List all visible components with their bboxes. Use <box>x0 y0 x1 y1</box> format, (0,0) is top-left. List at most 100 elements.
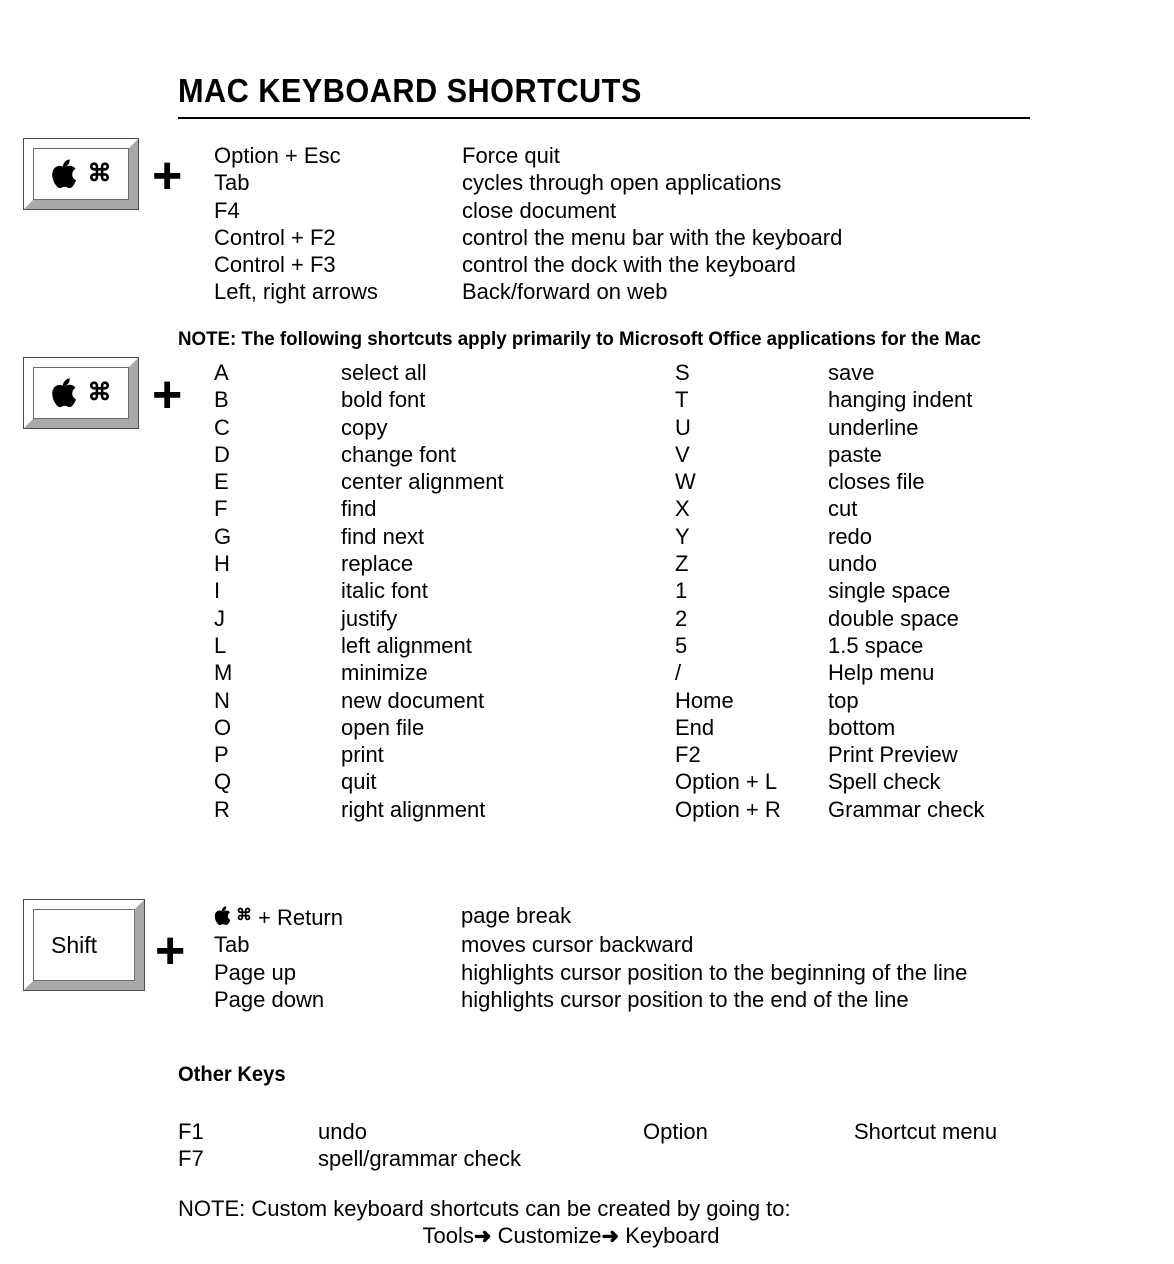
shortcut-description: select all <box>341 360 427 385</box>
shortcut-row: Left, right arrows Back/forward on web <box>214 278 842 305</box>
shortcut-key: H <box>214 551 230 577</box>
shortcut-description: left alignment <box>341 632 472 658</box>
shortcut-row: Tab moves cursor backward <box>214 931 967 958</box>
shortcut-key: Q <box>214 769 232 795</box>
custom-shortcut-note-line2: Tools➜ Customize➜ Keyboard <box>178 1222 878 1250</box>
shortcut-key: Option + R <box>675 796 781 822</box>
shortcut-description: bold font <box>341 387 426 413</box>
shortcut-key-secondary <box>643 1145 854 1172</box>
shortcut-description-secondary: Shortcut menu <box>854 1119 998 1144</box>
shortcut-key: X <box>675 496 690 522</box>
shortcut-description: find next <box>341 523 425 549</box>
shortcut-description: copy <box>341 414 388 440</box>
plus-sign-3: + <box>155 922 186 980</box>
shortcut-key: Tab <box>214 932 250 958</box>
shortcut-key: N <box>214 687 230 713</box>
shortcut-description: undo <box>828 551 877 577</box>
shortcut-row: 1 single space <box>675 577 984 604</box>
shortcut-description: print <box>341 742 384 768</box>
shortcut-description: closes file <box>828 469 925 495</box>
apple-logo-icon <box>214 906 231 926</box>
shortcut-description: hanging indent <box>828 387 973 413</box>
shortcut-key: Tab <box>214 170 250 196</box>
shortcut-description: Print Preview <box>828 742 958 768</box>
shortcut-key: U <box>675 414 691 440</box>
shortcut-row: Bbold font <box>214 386 504 413</box>
shortcut-description: control the menu bar with the keyboard <box>462 224 843 250</box>
shortcut-row: Nnew document <box>214 687 504 714</box>
shortcut-key: L <box>214 632 227 658</box>
shortcut-key-text: + Return <box>258 905 343 931</box>
shortcut-row: Uunderline <box>675 414 984 441</box>
shortcut-key: C <box>214 414 230 440</box>
shortcut-key: W <box>675 469 696 495</box>
shortcut-row: 5 1.5 space <box>675 632 984 659</box>
keycap-face: ⌘ <box>33 367 129 419</box>
shortcut-key: Z <box>675 551 689 577</box>
shortcut-key: V <box>675 441 690 467</box>
shortcut-description: top <box>828 687 859 713</box>
shortcut-key-secondary: Option <box>643 1119 708 1144</box>
shortcut-description: double space <box>828 605 959 631</box>
keycap-face: Shift <box>33 909 135 981</box>
keycap-glyph-group: ⌘ <box>51 159 112 189</box>
shortcut-description: Help menu <box>828 660 935 686</box>
shortcut-description: redo <box>828 523 873 549</box>
shortcut-row: Ccopy <box>214 414 504 441</box>
shortcut-description: underline <box>828 414 919 440</box>
menu-path-tools: Tools <box>422 1223 474 1249</box>
shortcut-row: Option + R Grammar check <box>675 796 984 823</box>
keycap-glyph-group: ⌘ <box>51 378 112 408</box>
shortcut-description: control the dock with the keyboard <box>462 252 796 278</box>
shortcut-description: quit <box>341 769 377 795</box>
shortcut-row: ⌘ + Return page break <box>214 902 967 931</box>
shortcut-description: close document <box>462 197 617 223</box>
shortcut-row: Hreplace <box>214 550 504 577</box>
command-key-icon: ⌘ <box>23 138 139 210</box>
shortcut-row: F4 close document <box>214 197 842 224</box>
shortcut-description: minimize <box>341 660 428 686</box>
shortcut-description: Force quit <box>462 143 560 168</box>
shortcut-row: Ffind <box>214 495 504 522</box>
command-shortcut-list: Option + Esc Force quit Tab cycles throu… <box>214 142 842 306</box>
office-note: NOTE: The following shortcuts apply prim… <box>178 328 981 350</box>
shortcut-row: F2 Print Preview <box>675 741 984 768</box>
shortcut-row: Oopen file <box>214 714 504 741</box>
shortcut-row: Option + Esc Force quit <box>214 142 842 169</box>
shortcut-description: undo <box>318 1119 367 1144</box>
command-key-icon-office: ⌘ <box>23 357 139 429</box>
shortcut-description: 1.5 space <box>828 632 924 658</box>
apple-logo-icon <box>51 159 77 189</box>
title-block: MAC KEYBOARD SHORTCUTS <box>178 72 1030 119</box>
shortcut-row: Control + F2 control the menu bar with t… <box>214 224 842 251</box>
command-symbol-icon: ⌘ <box>87 378 112 406</box>
shortcut-key: M <box>214 660 233 686</box>
other-keys-heading: Other Keys <box>178 1063 286 1086</box>
shortcut-row: End bottom <box>675 714 984 741</box>
shortcut-key: Control + F2 <box>214 224 336 250</box>
shortcut-description: find <box>341 496 377 522</box>
shift-key-label: Shift <box>51 931 98 958</box>
command-symbol-icon: ⌘ <box>87 159 112 187</box>
shortcut-description: center alignment <box>341 469 504 495</box>
shortcut-row: Rright alignment <box>214 796 504 823</box>
shortcut-row: 2 double space <box>675 605 984 632</box>
title-divider <box>178 117 1030 119</box>
shortcut-description: cycles through open applications <box>462 170 782 196</box>
shortcut-description: justify <box>341 605 398 631</box>
shortcut-key: A <box>214 360 229 385</box>
shortcut-key: Page down <box>214 987 325 1013</box>
office-shortcut-list-left: Aselect all Bbold font Ccopy Dchange fon… <box>214 359 504 823</box>
office-shortcut-list-right: Ssave Thanging indent Uunderline Vpaste … <box>675 359 984 823</box>
arrow-right-icon: ➜ <box>601 1225 620 1249</box>
shortcut-description: Spell check <box>828 769 941 795</box>
shortcut-row: F1 undo Option Shortcut menu <box>178 1118 997 1145</box>
shortcut-row: Iitalic font <box>214 577 504 604</box>
shortcut-description: change font <box>341 441 456 467</box>
shortcut-key: E <box>214 469 229 495</box>
keycap-face: ⌘ <box>33 148 129 200</box>
shortcut-row: Gfind next <box>214 523 504 550</box>
shortcut-row: Dchange font <box>214 441 504 468</box>
keycap-glyph-group-inline: ⌘ <box>214 902 252 929</box>
shortcut-row: Ssave <box>675 359 984 386</box>
